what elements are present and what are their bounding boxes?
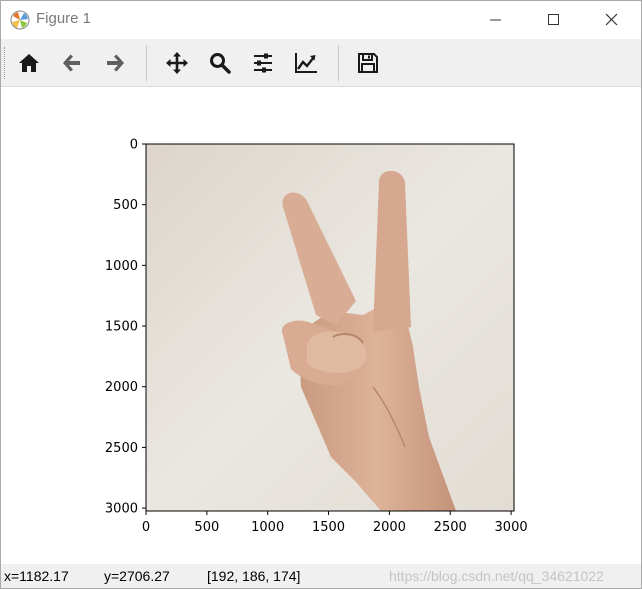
forward-button[interactable] [97, 45, 133, 81]
maximize-button[interactable] [525, 1, 583, 39]
pan-button[interactable] [159, 45, 195, 81]
x-tick-label: 2500 [434, 520, 467, 535]
move-icon [166, 52, 188, 74]
y-tick-label: 0 [130, 138, 138, 153]
navigation-toolbar [1, 39, 641, 87]
subplots-button[interactable] [245, 45, 281, 81]
minimize-button[interactable] [467, 1, 525, 39]
axes-svg: 0 500 1000 1500 2000 2500 3000 0 500 1000 1500 200… [105, 138, 528, 536]
magnifier-icon [210, 53, 231, 74]
y-tick-label: 3000 [105, 502, 138, 517]
arrow-right-icon [107, 54, 124, 72]
y-coordinate-readout: y=2706.27 [104, 568, 170, 584]
home-icon [19, 54, 39, 72]
y-axis: 0 500 1000 1500 2000 2500 3000 [105, 138, 146, 517]
y-tick-label: 1000 [105, 259, 138, 274]
x-tick-label: 0 [142, 520, 150, 535]
close-icon [605, 13, 618, 26]
floppy-disk-icon [358, 53, 378, 73]
toolbar-separator [338, 45, 339, 81]
y-tick-label: 2000 [105, 380, 138, 395]
x-tick-label: 1500 [312, 520, 345, 535]
x-tick-label: 3000 [495, 520, 528, 535]
line-chart-icon [295, 53, 317, 73]
image-plot[interactable] [146, 144, 514, 511]
zoom-button[interactable] [202, 45, 238, 81]
x-tick-label: 500 [194, 520, 219, 535]
y-tick-label: 1500 [105, 320, 138, 335]
x-tick-label: 1000 [251, 520, 284, 535]
y-tick-label: 500 [113, 198, 138, 213]
arrow-left-icon [63, 54, 80, 72]
matplotlib-logo-icon [10, 10, 30, 30]
minimize-icon [490, 19, 501, 21]
save-button[interactable] [350, 45, 386, 81]
title-bar[interactable]: Figure 1 [1, 1, 641, 39]
toolbar-grip[interactable] [4, 47, 7, 79]
y-tick-label: 2500 [105, 441, 138, 456]
x-coordinate-readout: x=1182.17 [4, 568, 69, 584]
sliders-icon [254, 53, 272, 73]
pixel-value-readout: [192, 186, 174] [207, 568, 301, 584]
toolbar-separator [146, 45, 147, 81]
window-title: Figure 1 [36, 10, 92, 27]
home-button[interactable] [11, 45, 47, 81]
figure-canvas[interactable]: 0 500 1000 1500 2000 2500 3000 0 500 1000 1500 200… [1, 87, 641, 563]
x-axis: 0 500 1000 1500 2000 2500 3000 [142, 511, 528, 535]
edit-axis-button[interactable] [288, 45, 324, 81]
close-button[interactable] [583, 1, 641, 39]
watermark-text: https://blog.csdn.net/qq_34621022 [389, 568, 604, 584]
back-button[interactable] [54, 45, 90, 81]
status-bar: x=1182.17 y=2706.27 [192, 186, 174] http… [1, 564, 641, 588]
figure-window: Figure 1 0 500 1000 1500 2000 2500 3000 … [0, 0, 642, 589]
maximize-icon [548, 14, 559, 25]
x-tick-label: 2000 [373, 520, 406, 535]
